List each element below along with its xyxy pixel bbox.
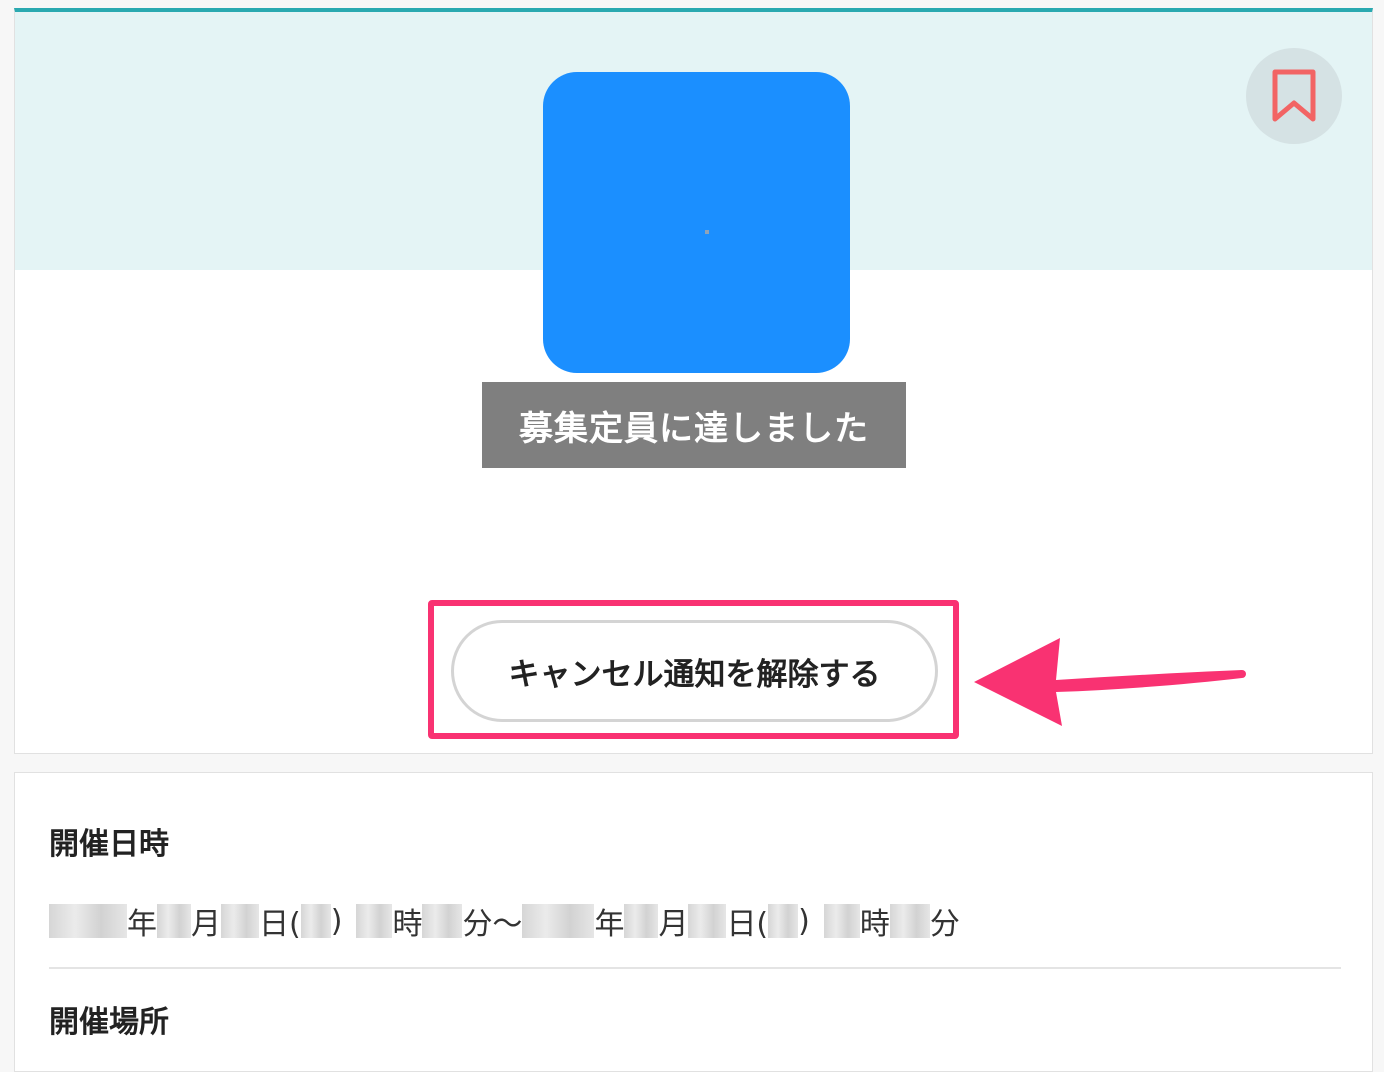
redacted-month xyxy=(157,904,191,938)
redacted-year xyxy=(49,904,127,938)
redacted-month xyxy=(624,904,659,938)
datetime-part: ) xyxy=(798,903,810,939)
arrow-left-icon xyxy=(974,638,1246,726)
redacted-day xyxy=(688,904,727,938)
redacted-weekday xyxy=(300,904,331,938)
bookmark-button[interactable] xyxy=(1246,48,1342,144)
event-datetime: 年 月 日( ) 時 分〜 年 月 日( ) 時 分 xyxy=(49,899,960,943)
cancel-notification-button[interactable]: キャンセル通知を解除する xyxy=(451,620,938,722)
redacted-minute xyxy=(422,904,463,938)
bookmark-icon xyxy=(1272,69,1316,122)
redacted-minute xyxy=(889,904,930,938)
redacted-hour xyxy=(823,904,860,938)
datetime-part: 日( xyxy=(259,907,301,942)
redacted-weekday xyxy=(768,904,799,938)
redacted-day xyxy=(221,904,259,938)
datetime-part: 分 xyxy=(929,907,960,942)
datetime-part: 分〜 xyxy=(462,907,523,942)
datetime-part: 年 xyxy=(594,907,625,942)
section-divider xyxy=(49,967,1341,969)
redacted-hour xyxy=(356,904,393,938)
event-card: 募集定員に達しました キャンセル通知を解除する xyxy=(14,8,1373,754)
datetime-part: ) xyxy=(330,903,343,939)
redacted-year xyxy=(522,904,595,938)
event-image xyxy=(543,72,850,373)
datetime-part: 日( xyxy=(726,907,769,942)
datetime-part: 年 xyxy=(127,907,157,942)
datetime-part: 時 xyxy=(392,907,423,942)
datetime-part: 時 xyxy=(859,907,890,942)
status-badge: 募集定員に達しました xyxy=(482,382,906,468)
image-placeholder-dot xyxy=(705,230,709,234)
datetime-part: 月 xyxy=(191,907,221,942)
event-details-card: 開催日時 年 月 日( ) 時 分〜 年 月 日( ) 時 分 開催場所 xyxy=(14,772,1373,1072)
datetime-part: 月 xyxy=(658,907,689,942)
date-heading: 開催日時 xyxy=(49,827,169,862)
place-heading: 開催場所 xyxy=(49,1005,169,1040)
